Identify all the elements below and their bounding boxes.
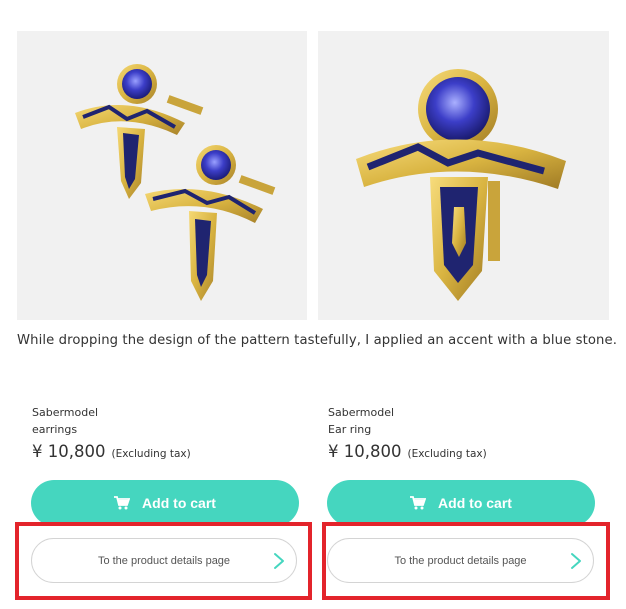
price-row: ¥ 10,800 (Excluding tax): [328, 442, 596, 461]
product-image-ear-ring[interactable]: [318, 31, 609, 320]
product-description: While dropping the design of the pattern…: [17, 333, 617, 348]
price-row: ¥ 10,800 (Excluding tax): [32, 442, 300, 461]
ear-ring-photo: [356, 69, 566, 301]
product-price: ¥ 10,800: [328, 442, 402, 461]
product-name: Ear ring: [328, 423, 372, 436]
product-image-earrings[interactable]: [17, 31, 307, 320]
product-details-button-earrings[interactable]: To the product details page: [31, 538, 297, 583]
product-details-label: To the product details page: [97, 554, 231, 567]
product-brand: Sabermodel: [328, 406, 395, 419]
product-details-button-ear-ring[interactable]: To the product details page: [327, 538, 594, 583]
earrings-photo: [75, 64, 276, 301]
product-brand: Sabermodel: [32, 406, 99, 419]
product-info-earrings: Sabermodel earrings ¥ 10,800 (Excluding …: [32, 404, 300, 461]
chevron-right-icon: [274, 553, 284, 569]
product-name: earrings: [32, 423, 78, 436]
chevron-right-icon: [571, 553, 581, 569]
tax-note: (Excluding tax): [407, 448, 487, 460]
add-to-cart-button-ear-ring[interactable]: Add to cart: [327, 480, 595, 526]
add-to-cart-label: Add to cart: [438, 495, 512, 511]
product-info-ear-ring: Sabermodel Ear ring ¥ 10,800 (Excluding …: [328, 404, 596, 461]
tax-note: (Excluding tax): [111, 448, 191, 460]
cart-icon: [410, 496, 427, 510]
product-price: ¥ 10,800: [32, 442, 106, 461]
add-to-cart-label: Add to cart: [142, 495, 216, 511]
add-to-cart-button-earrings[interactable]: Add to cart: [31, 480, 299, 526]
product-details-label: To the product details page: [394, 554, 527, 567]
cart-icon: [114, 496, 131, 510]
